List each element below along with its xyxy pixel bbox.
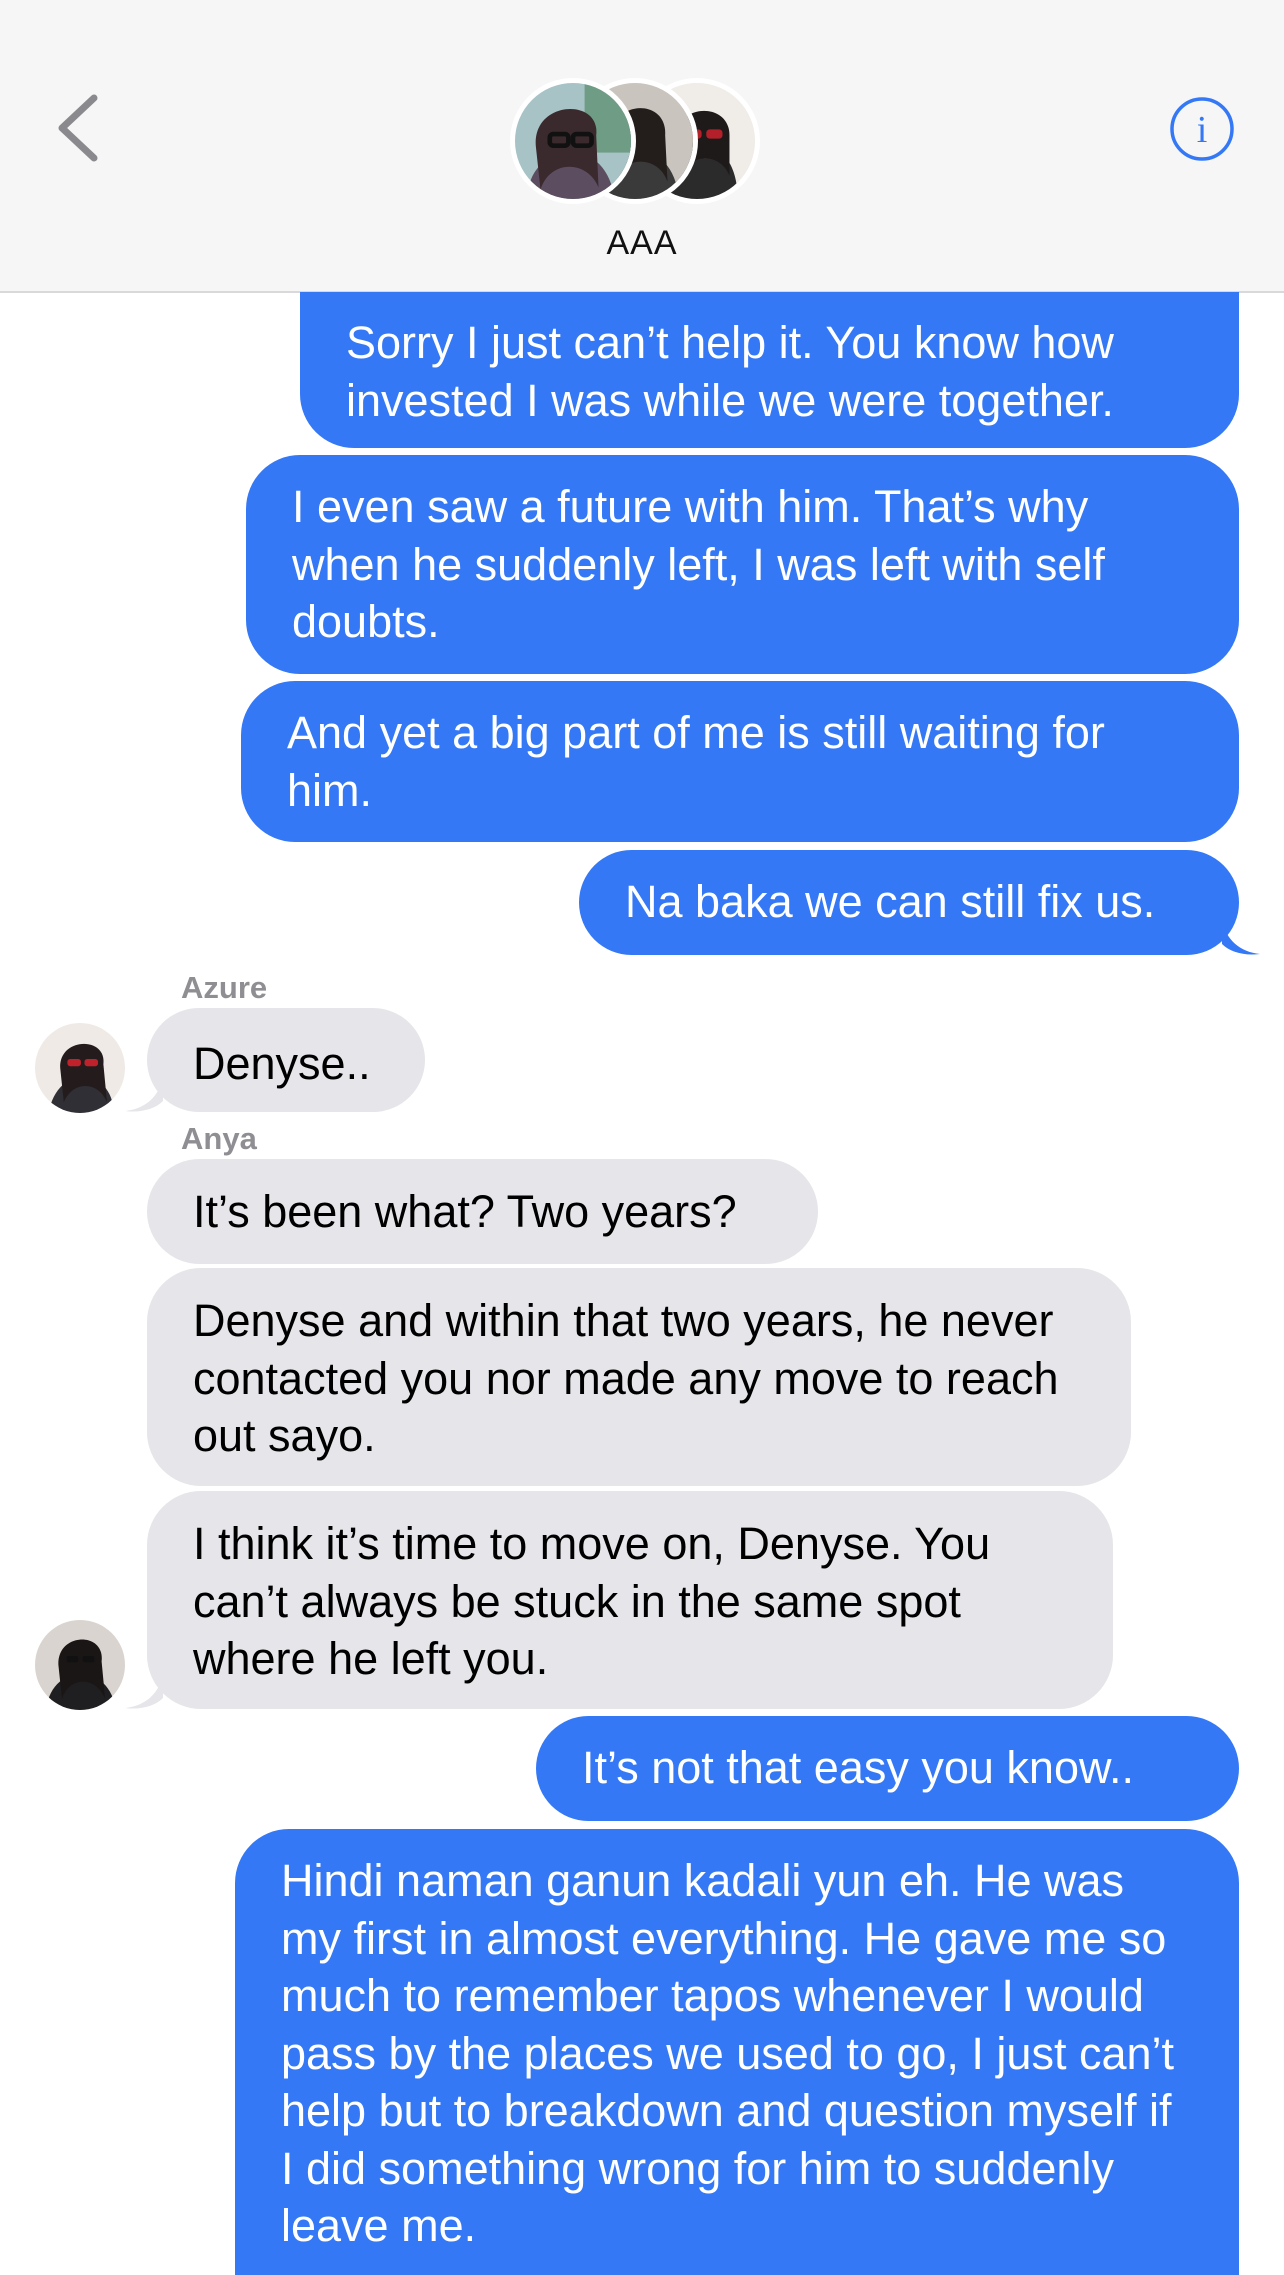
incoming-message[interactable]: Denyse.. — [147, 1008, 425, 1112]
bubble-tail — [125, 1674, 163, 1709]
group-name[interactable]: AAA — [0, 224, 1284, 263]
group-avatar-stack[interactable] — [510, 78, 760, 214]
sender-name: Azure — [181, 970, 268, 1005]
info-circle-icon[interactable]: i — [1169, 96, 1235, 162]
message-text: It’s not that easy you know.. — [582, 1742, 1134, 1793]
message-text: It’s been what? Two years? — [193, 1186, 737, 1237]
sender-avatar[interactable] — [35, 1023, 125, 1113]
outgoing-message[interactable]: I even saw a future with him. That’s why… — [246, 455, 1239, 674]
outgoing-message[interactable]: It’s not that easy you know.. — [536, 1716, 1239, 1821]
message-text: Na baka we can still fix us. — [625, 876, 1156, 927]
incoming-message[interactable]: I think it’s time to move on, Denyse. Yo… — [147, 1491, 1113, 1709]
incoming-message[interactable]: Denyse and within that two years, he nev… — [147, 1268, 1131, 1486]
message-text: Sorry I just can’t help it. You know how… — [346, 317, 1114, 426]
svg-text:i: i — [1197, 109, 1208, 151]
outgoing-message[interactable]: Sorry I just can’t help it. You know how… — [300, 292, 1239, 448]
outgoing-message[interactable]: Na baka we can still fix us. — [579, 850, 1239, 955]
bubble-tail — [125, 1077, 163, 1112]
conversation-header: AAA i — [0, 0, 1284, 293]
message-text: I think it’s time to move on, Denyse. Yo… — [193, 1518, 991, 1684]
message-text: Denyse.. — [193, 1038, 371, 1089]
message-text: Hindi naman ganun kadali yun eh. He was … — [281, 1855, 1175, 2251]
bubble-tail — [1222, 920, 1260, 955]
group-member-avatar — [510, 78, 636, 204]
chevron-left-icon[interactable] — [52, 92, 104, 164]
message-text: Denyse and within that two years, he nev… — [193, 1295, 1059, 1461]
outgoing-message[interactable]: Hindi naman ganun kadali yun eh. He was … — [235, 1829, 1239, 2275]
message-text: And yet a big part of me is still waitin… — [287, 707, 1105, 816]
message-text: I even saw a future with him. That’s why… — [292, 481, 1105, 647]
sender-avatar[interactable] — [35, 1620, 125, 1710]
sender-name: Anya — [181, 1121, 257, 1156]
outgoing-message[interactable]: And yet a big part of me is still waitin… — [241, 681, 1239, 842]
incoming-message[interactable]: It’s been what? Two years? — [147, 1159, 818, 1264]
